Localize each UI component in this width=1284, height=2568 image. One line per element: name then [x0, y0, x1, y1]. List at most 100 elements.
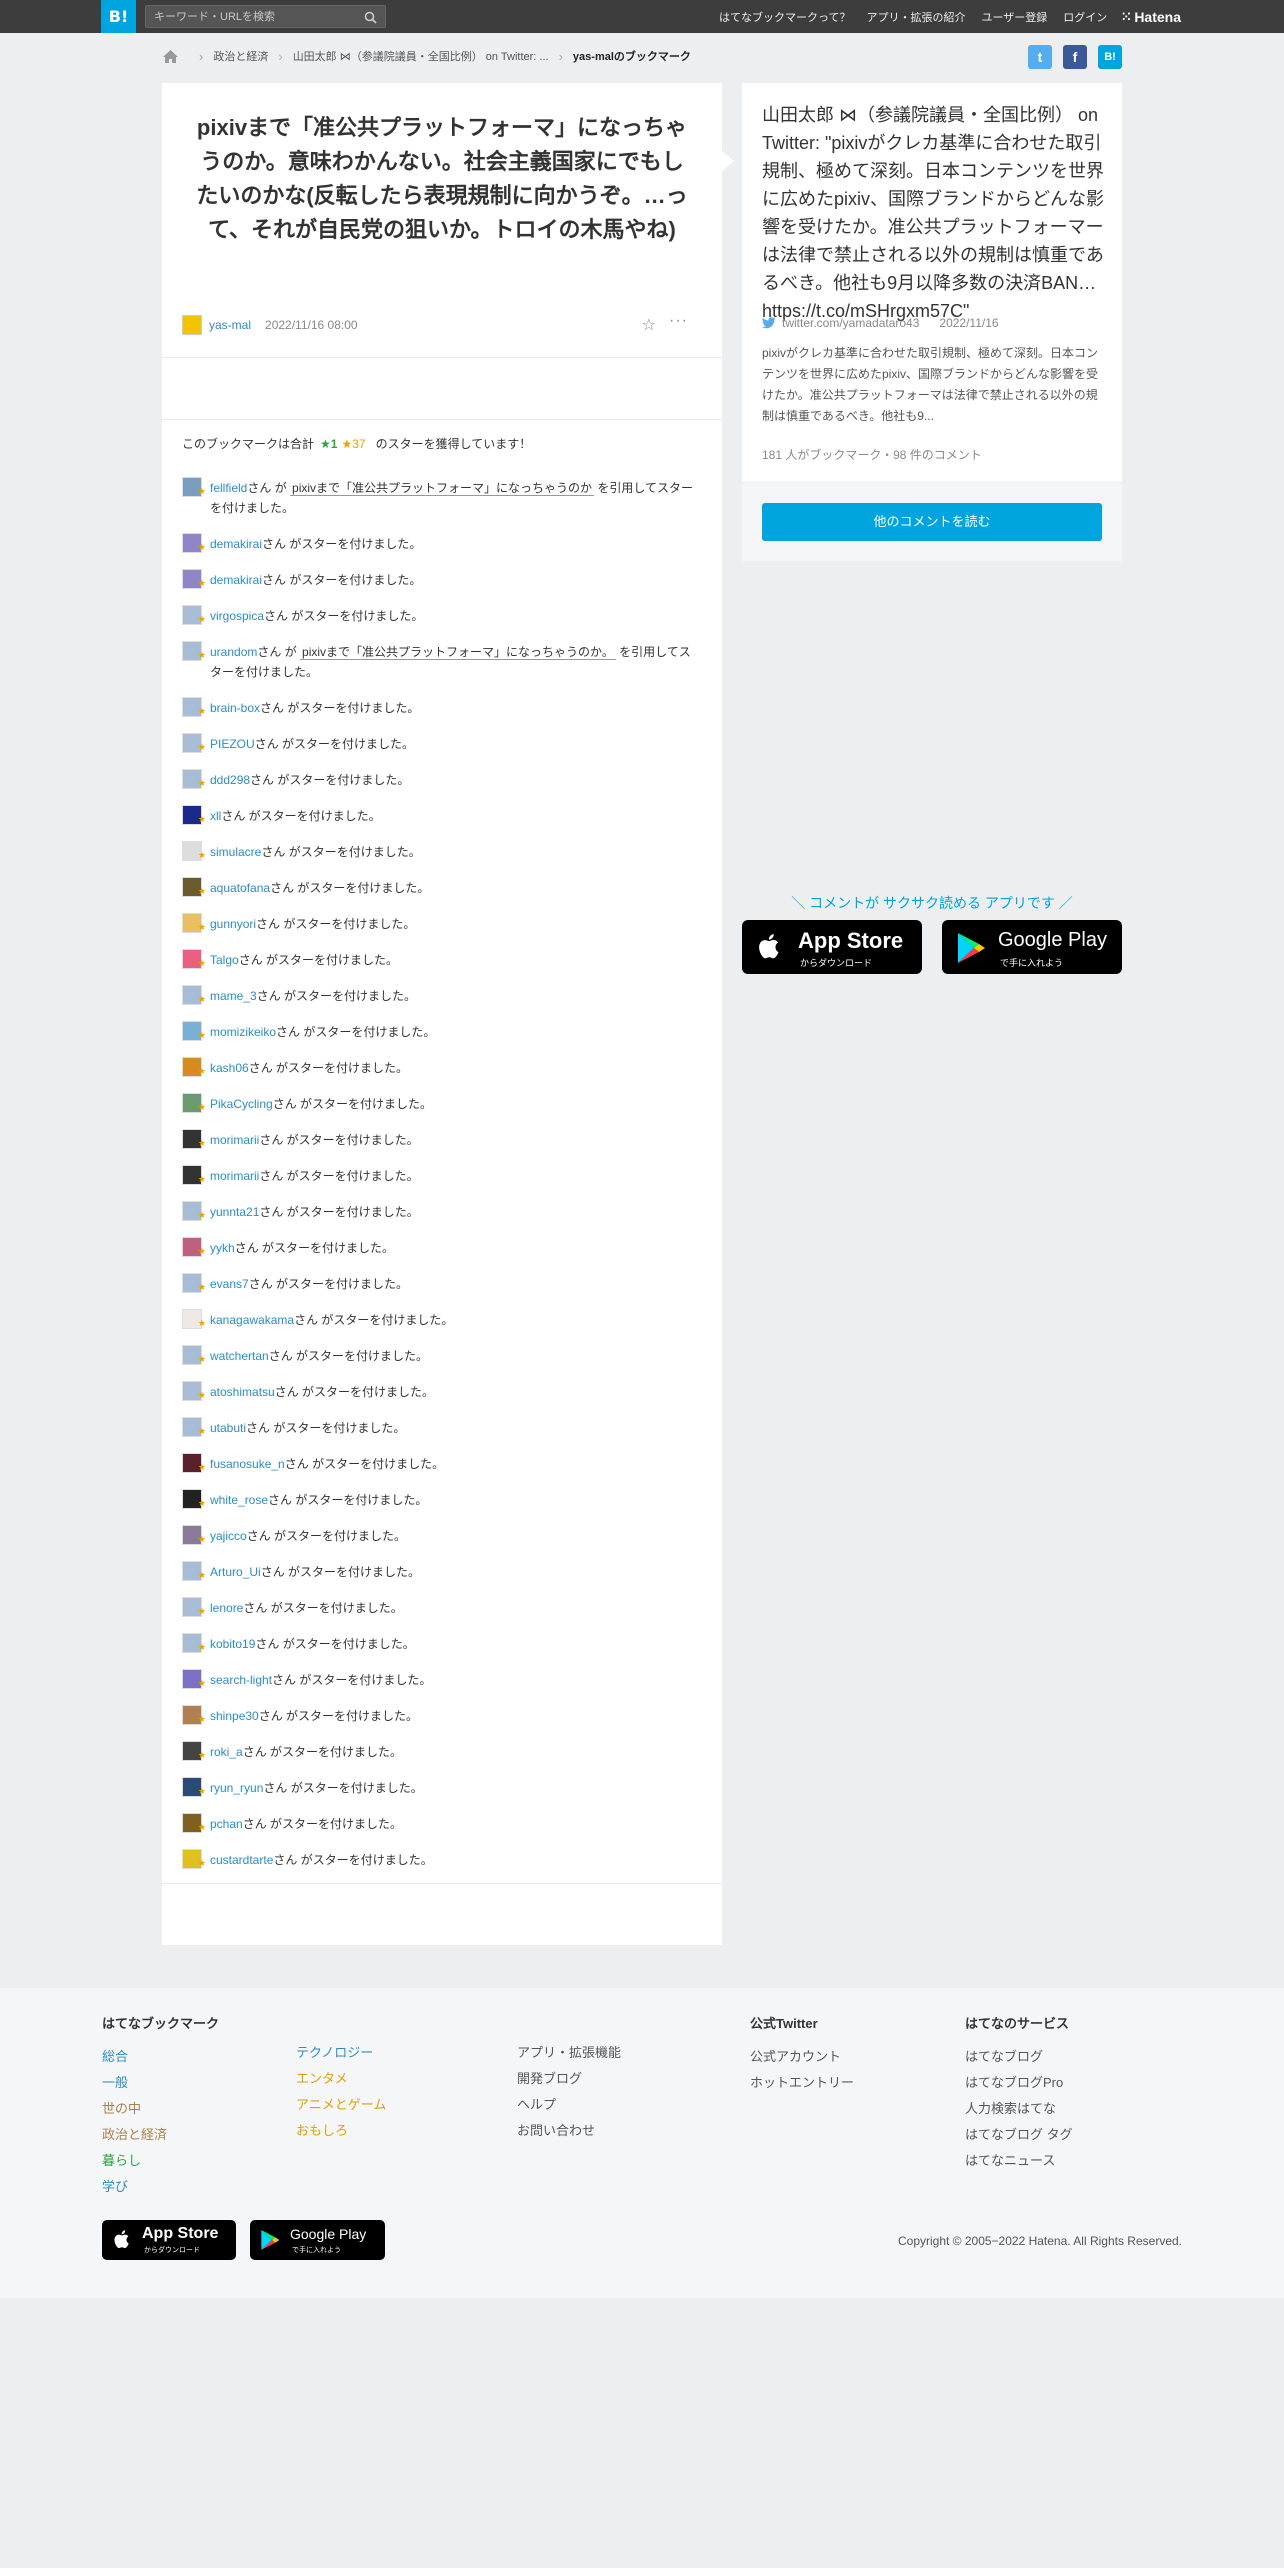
- avatar[interactable]: ★: [182, 533, 206, 553]
- nav-about[interactable]: はてなブックマークって？: [719, 9, 850, 25]
- avatar[interactable]: ★: [182, 1093, 206, 1113]
- star-user[interactable]: PikaCycling: [210, 1097, 273, 1111]
- footer-link[interactable]: 世の中: [102, 2096, 219, 2122]
- home-icon[interactable]: [162, 49, 179, 64]
- star-user[interactable]: ddd298: [210, 773, 250, 787]
- footer-link[interactable]: はてなブログ タグ: [965, 2122, 1073, 2148]
- avatar[interactable]: ★: [182, 641, 206, 661]
- star-user[interactable]: kobito19: [210, 1637, 255, 1651]
- star-user[interactable]: Arturo_Ui: [210, 1565, 261, 1579]
- entry-counts[interactable]: 181 人がブックマーク・98 件のコメント: [762, 446, 982, 463]
- star-user[interactable]: kash06: [210, 1061, 249, 1075]
- avatar[interactable]: ★: [182, 569, 206, 589]
- footer-link[interactable]: はてなブログ: [965, 2044, 1073, 2070]
- avatar[interactable]: ★: [182, 1525, 206, 1545]
- app-store-badge[interactable]: App Store からダウンロード: [742, 920, 922, 974]
- avatar[interactable]: ★: [182, 1165, 206, 1185]
- star-user[interactable]: urandom: [210, 645, 257, 659]
- star-user[interactable]: aquatofana: [210, 881, 270, 895]
- star-user[interactable]: Talgo: [210, 953, 239, 967]
- avatar[interactable]: ★: [182, 1633, 206, 1653]
- add-star-icon[interactable]: ☆: [642, 315, 656, 335]
- avatar[interactable]: ★: [182, 913, 206, 933]
- avatar[interactable]: ★: [182, 1669, 206, 1689]
- star-user[interactable]: search-light: [210, 1673, 272, 1687]
- search-box[interactable]: [145, 5, 386, 28]
- avatar[interactable]: ★: [182, 1597, 206, 1617]
- footer-link[interactable]: 一般: [102, 2070, 219, 2096]
- avatar[interactable]: ★: [182, 1237, 206, 1257]
- avatar[interactable]: ★: [182, 1813, 206, 1833]
- more-options-icon[interactable]: ···: [669, 312, 688, 330]
- footer-link[interactable]: アプリ・拡張機能: [517, 2040, 621, 2066]
- star-user[interactable]: mame_3: [210, 989, 257, 1003]
- star-user[interactable]: momizikeiko: [210, 1025, 276, 1039]
- star-user[interactable]: watchertan: [210, 1349, 269, 1363]
- bookmark-user[interactable]: yas-mal: [209, 318, 251, 332]
- facebook-share-icon[interactable]: f: [1063, 45, 1087, 69]
- avatar[interactable]: [182, 315, 202, 335]
- star-user[interactable]: fusanosuke_n: [210, 1457, 285, 1471]
- star-user[interactable]: roki_a: [210, 1745, 243, 1759]
- footer-link[interactable]: 開発ブログ: [517, 2066, 621, 2092]
- star-user[interactable]: morimarii: [210, 1133, 259, 1147]
- avatar[interactable]: ★: [182, 605, 206, 625]
- avatar[interactable]: ★: [182, 769, 206, 789]
- read-more-comments-button[interactable]: 他のコメントを読む: [762, 503, 1102, 541]
- avatar[interactable]: ★: [182, 805, 206, 825]
- star-user[interactable]: fellfield: [210, 481, 247, 495]
- footer-link[interactable]: ホットエントリー: [750, 2070, 854, 2096]
- star-user[interactable]: demakirai: [210, 537, 262, 551]
- star-user[interactable]: yajicco: [210, 1529, 247, 1543]
- avatar[interactable]: ★: [182, 1453, 206, 1473]
- footer-link[interactable]: 学び: [102, 2174, 219, 2200]
- breadcrumb-entry[interactable]: 山田太郎 ⋈（参議院議員・全国比例） on Twitter: ...: [293, 48, 549, 64]
- search-icon[interactable]: [364, 11, 377, 24]
- nav-register[interactable]: ユーザー登録: [981, 9, 1047, 25]
- avatar[interactable]: ★: [182, 1561, 206, 1581]
- star-user[interactable]: simulacre: [210, 845, 261, 859]
- star-user[interactable]: pchan: [210, 1817, 243, 1831]
- star-user[interactable]: brain-box: [210, 701, 260, 715]
- footer-link[interactable]: ヘルプ: [517, 2092, 621, 2118]
- avatar[interactable]: ★: [182, 733, 206, 753]
- twitter-share-icon[interactable]: t: [1028, 45, 1052, 69]
- avatar[interactable]: ★: [182, 1777, 206, 1797]
- star-user[interactable]: white_rose: [210, 1493, 268, 1507]
- entry-title[interactable]: 山田太郎 ⋈（参議院議員・全国比例） on Twitter: "pixivがクレ…: [762, 101, 1106, 325]
- avatar[interactable]: ★: [182, 1057, 206, 1077]
- avatar[interactable]: ★: [182, 841, 206, 861]
- hatena-share-icon[interactable]: B!: [1098, 45, 1122, 69]
- star-user[interactable]: custardtarte: [210, 1853, 273, 1867]
- avatar[interactable]: ★: [182, 1705, 206, 1725]
- avatar[interactable]: ★: [182, 985, 206, 1005]
- avatar[interactable]: ★: [182, 949, 206, 969]
- search-input[interactable]: [154, 9, 354, 25]
- footer-link[interactable]: テクノロジー: [296, 2040, 386, 2066]
- avatar[interactable]: ★: [182, 1417, 206, 1437]
- avatar[interactable]: ★: [182, 1849, 206, 1869]
- breadcrumb-category[interactable]: 政治と経済: [213, 48, 268, 64]
- footer-google-play-badge[interactable]: Google Play で手に入れよう: [250, 2220, 385, 2260]
- star-user[interactable]: utabuti: [210, 1421, 246, 1435]
- star-user[interactable]: morimarii: [210, 1169, 259, 1183]
- star-user[interactable]: atoshimatsu: [210, 1385, 275, 1399]
- entry-domain[interactable]: twitter.com/yamadataro43: [782, 316, 919, 330]
- avatar[interactable]: ★: [182, 1273, 206, 1293]
- footer-link[interactable]: エンタメ: [296, 2066, 386, 2092]
- footer-link[interactable]: おもしろ: [296, 2118, 386, 2144]
- footer-link[interactable]: はてなニュース: [965, 2148, 1073, 2174]
- star-user[interactable]: virgospica: [210, 609, 264, 623]
- footer-link[interactable]: 暮らし: [102, 2148, 219, 2174]
- star-user[interactable]: PIEZOU: [210, 737, 255, 751]
- avatar[interactable]: ★: [182, 1021, 206, 1041]
- avatar[interactable]: ★: [182, 1201, 206, 1221]
- avatar[interactable]: ★: [182, 877, 206, 897]
- star-user[interactable]: xll: [210, 809, 221, 823]
- avatar[interactable]: ★: [182, 1345, 206, 1365]
- hatena-bookmark-logo[interactable]: B!: [101, 0, 136, 33]
- yellow-star-count[interactable]: ★37: [341, 437, 365, 451]
- footer-link[interactable]: 公式アカウント: [750, 2044, 854, 2070]
- footer-link[interactable]: 人力検索はてな: [965, 2096, 1073, 2122]
- star-user[interactable]: evans7: [210, 1277, 249, 1291]
